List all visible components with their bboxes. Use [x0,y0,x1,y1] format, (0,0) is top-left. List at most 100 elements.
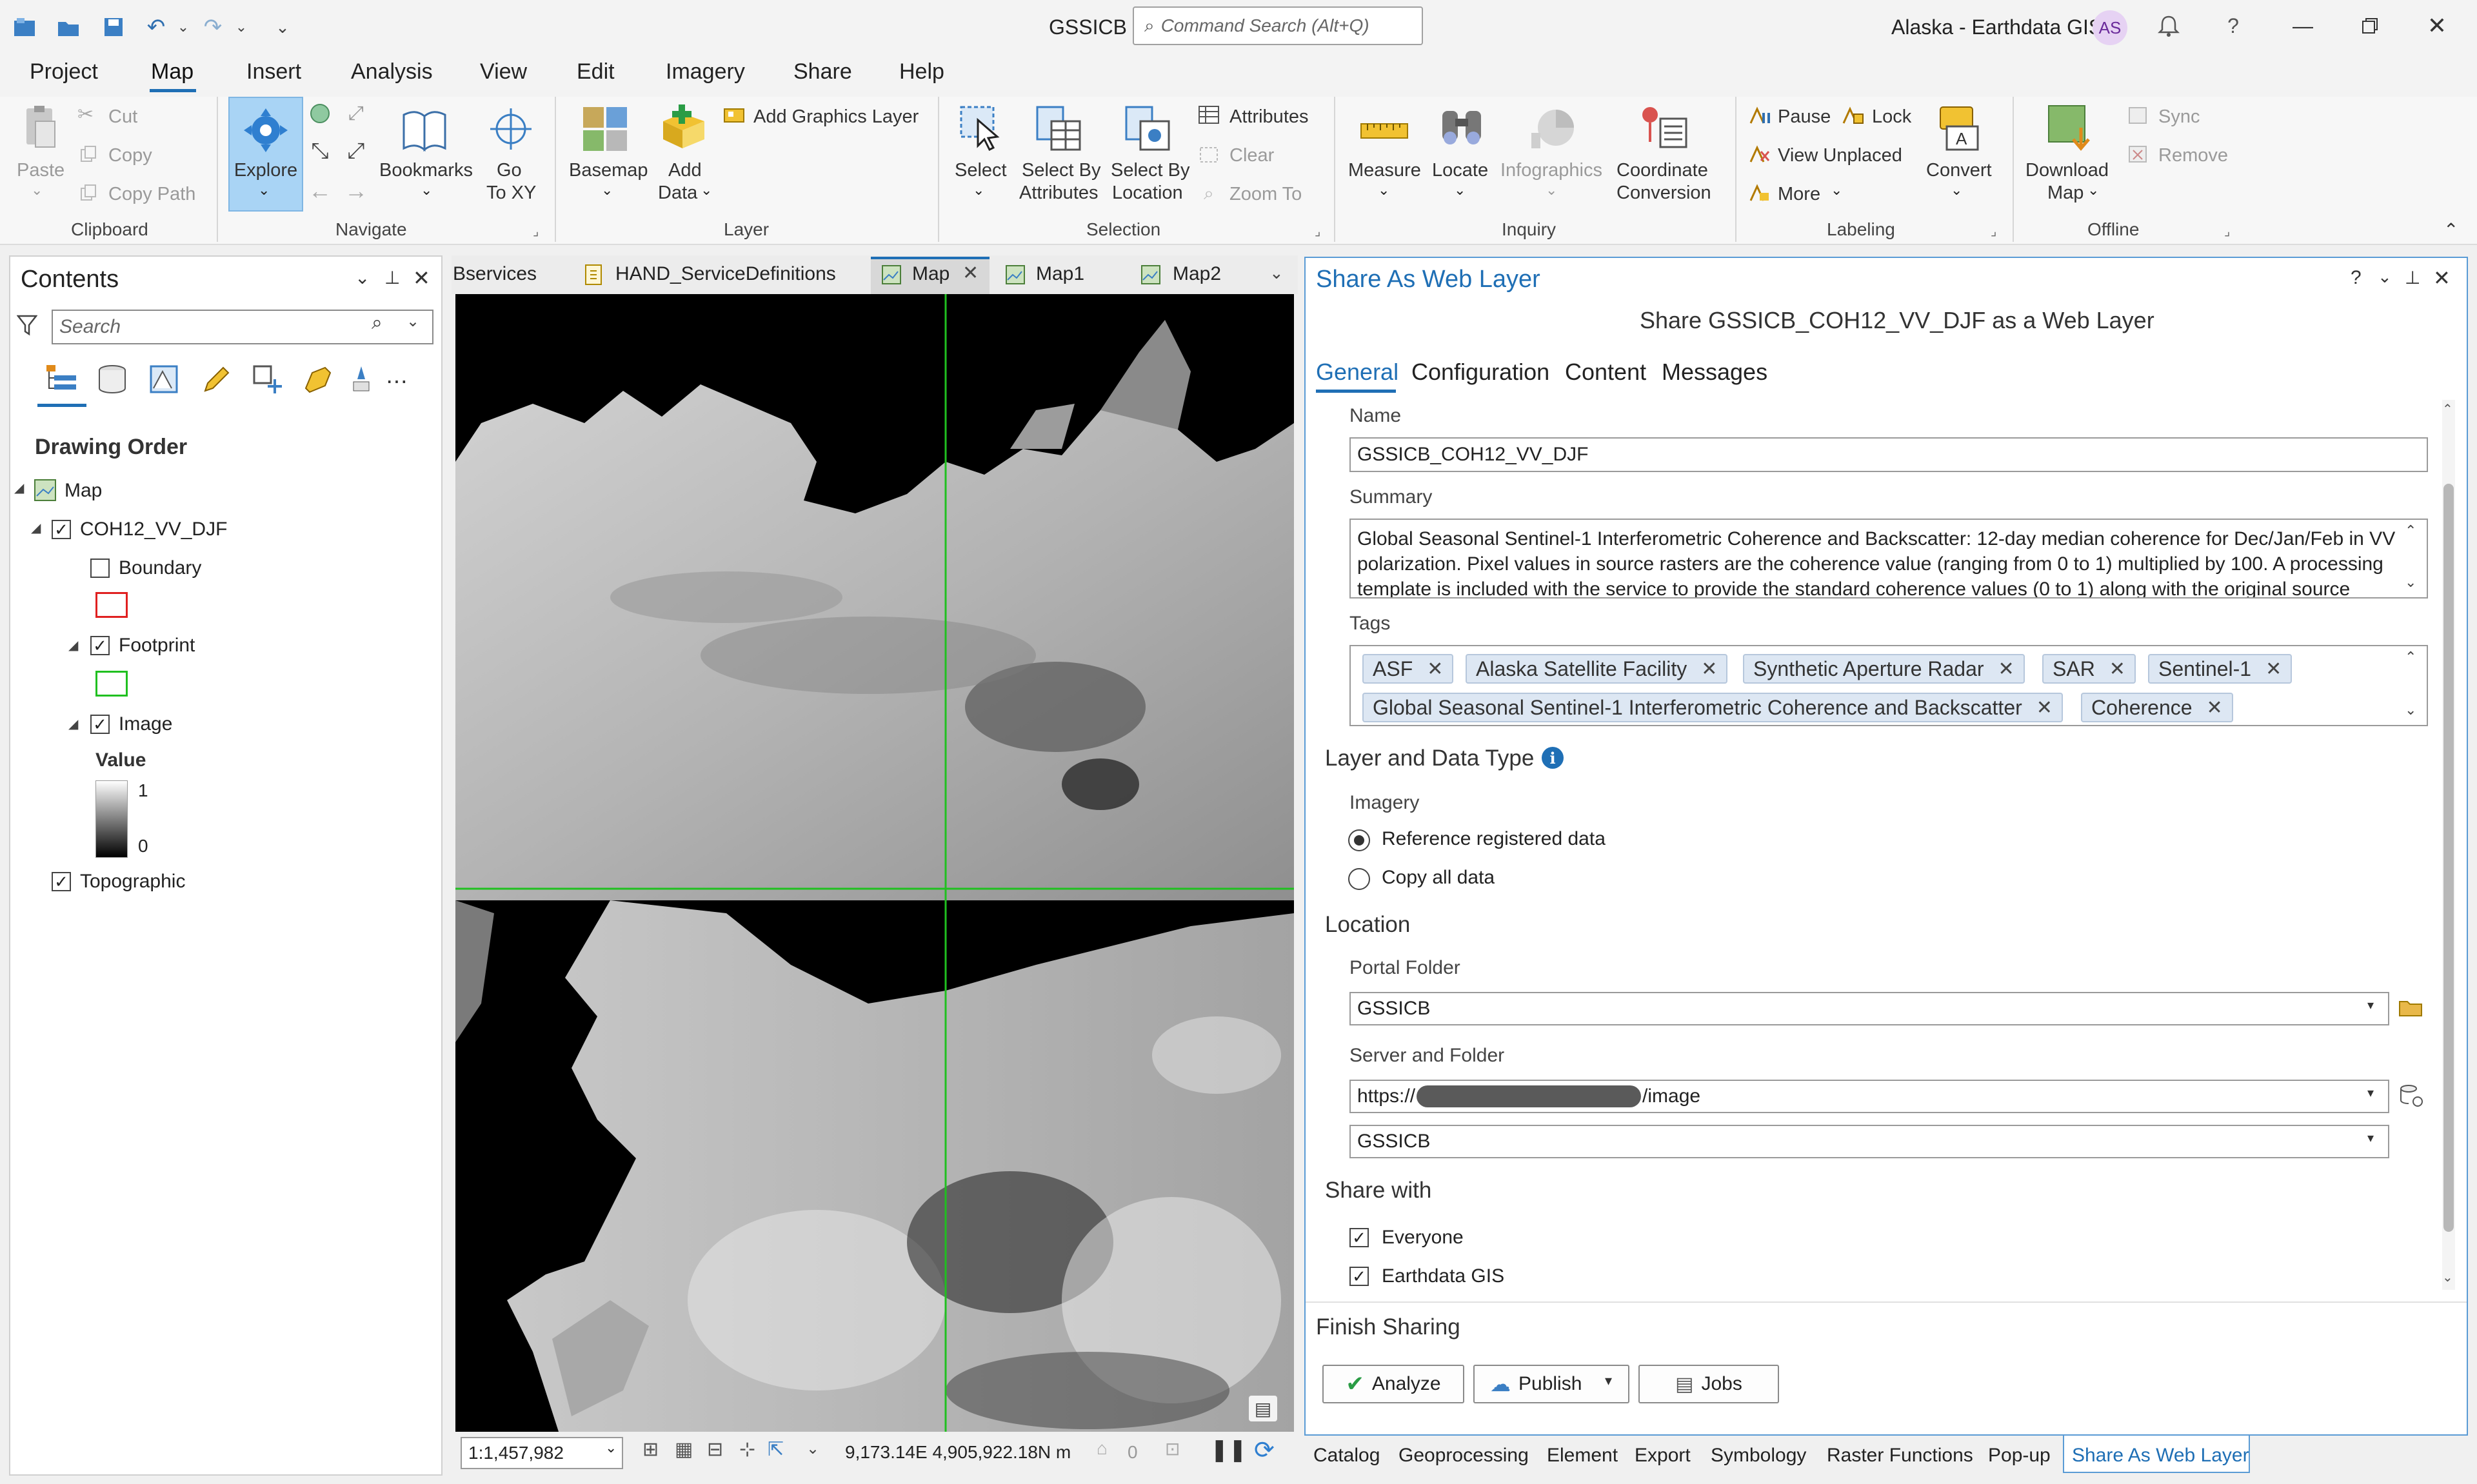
contents-pin-icon[interactable]: ⊥ [384,267,400,288]
analyze-button[interactable]: ✔ Analyze [1322,1365,1464,1403]
select-dropdown-icon[interactable]: ⌄ [973,182,984,199]
measure-dropdown-icon[interactable]: ⌄ [1378,182,1389,199]
bookmarks-label[interactable]: Bookmarks [379,159,473,181]
help-icon[interactable]: ? [2219,12,2247,40]
image-expand-icon[interactable]: ◢ [68,716,78,732]
radio-reference[interactable] [1348,829,1370,851]
coordinate-conversion-label[interactable]: Coordinate [1617,159,1708,181]
list-by-perspective-icon[interactable] [348,361,374,397]
tag-chip[interactable]: Alaska Satellite Facility ✕ [1466,654,1728,684]
attributes-label[interactable]: Attributes [1229,106,1309,128]
tags-scroll-up-icon[interactable]: ⌃ [2405,649,2416,666]
summary-scroll-down-icon[interactable]: ⌄ [2405,574,2416,591]
more-labeling-label[interactable]: More [1778,183,1820,205]
tab-imagery[interactable]: Imagery [666,59,745,84]
tags-scroll-down-icon[interactable]: ⌄ [2405,702,2416,718]
tag-chip[interactable]: Coherence ✕ [2081,693,2233,722]
more-options-icon[interactable]: ⋯ [386,369,408,395]
infographics-label[interactable]: Infographics [1500,159,1602,181]
tag-remove-icon[interactable]: ✕ [1998,658,2014,680]
add-graphics-layer-label[interactable]: Add Graphics Layer [753,106,919,128]
basemap-dropdown-icon[interactable]: ⌄ [601,182,613,199]
explore-dropdown-icon[interactable]: ⌄ [258,182,270,199]
add-data-dropdown-icon[interactable]: ⌄ [701,182,712,199]
select-by-location-label-2[interactable]: Location [1112,182,1183,204]
tab-project[interactable]: Project [30,59,98,84]
avatar[interactable]: AS [2093,10,2127,45]
go-to-xy-label[interactable]: Go [497,159,522,181]
selection-launcher-icon[interactable]: ⌟ [1315,223,1320,239]
bottom-tab-element[interactable]: Element [1547,1445,1618,1467]
publish-dropdown-icon[interactable]: ▾ [1605,1372,1612,1389]
locate-label[interactable]: Locate [1432,159,1488,181]
sync-label[interactable]: Sync [2158,106,2200,128]
tag-chip[interactable]: ASF ✕ [1362,654,1454,684]
layer-checkbox[interactable]: ✓ [52,520,71,539]
tag-chip[interactable]: Synthetic Aperture Radar ✕ [1743,654,2025,684]
download-map-dropdown-icon[interactable]: ⌄ [2087,182,2099,199]
list-by-editing-icon[interactable] [197,361,234,397]
contents-close-icon[interactable]: ✕ [413,266,430,290]
map-tab-close-icon[interactable]: ✕ [962,262,979,284]
refresh-icon[interactable]: ⟳ [1254,1436,1275,1465]
list-by-labeling-icon[interactable] [301,361,337,397]
infographics-dropdown-icon[interactable]: ⌄ [1546,182,1557,199]
tag-chip[interactable]: Sentinel-1 ✕ [2148,654,2293,684]
restore-icon[interactable] [2356,12,2384,40]
tab-share[interactable]: Share [793,59,852,84]
pause-labeling-label[interactable]: Pause [1778,106,1831,128]
bottom-tab-popup[interactable]: Pop-up [1988,1445,2051,1467]
share-menu-icon[interactable]: ⌄ [2378,267,2392,287]
map-tab-map[interactable]: Map [912,263,950,285]
redo-dropdown-icon[interactable]: ⌄ [234,15,249,39]
bookmarks-dropdown-icon[interactable]: ⌄ [421,182,432,199]
paste-label[interactable]: Paste [17,159,65,181]
bottom-tab-share[interactable]: Share As Web Layer [2072,1445,2249,1467]
tag-remove-icon[interactable]: ✕ [2109,658,2125,680]
map-tabs-overflow-icon[interactable]: ⌄ [1269,263,1284,283]
select-by-location-label[interactable]: Select By [1111,159,1190,181]
list-by-selection-icon[interactable] [146,361,182,397]
map-layer-label[interactable]: Map [65,480,102,502]
map-canvas[interactable] [455,294,1294,1432]
topographic-checkbox[interactable]: ✓ [52,872,71,891]
add-data-label-2[interactable]: Data [658,182,697,204]
tag-remove-icon[interactable]: ✕ [2036,697,2053,719]
download-map-label[interactable]: Download [2025,159,2109,181]
folder-open-icon[interactable] [2397,993,2425,1022]
footprint-checkbox[interactable]: ✓ [90,636,110,655]
copy-label[interactable]: Copy [108,144,152,166]
contents-search-icon[interactable]: ⌕ [372,312,383,334]
grid-icon[interactable]: ▦ [675,1438,693,1461]
next-extent-icon[interactable]: → [341,175,372,206]
tag-chip[interactable]: SAR ✕ [2042,654,2136,684]
tag-remove-icon[interactable]: ✕ [1427,658,1443,680]
pause-drawing-icon[interactable]: ❚❚ [1210,1437,1247,1463]
open-project-icon[interactable] [55,14,81,40]
navigate-launcher-icon[interactable]: ⌟ [533,223,539,239]
lock-labeling-label[interactable]: Lock [1872,106,1911,128]
convert-labels-label[interactable]: Convert [1926,159,1992,181]
view-unplaced-label[interactable]: View Unplaced [1778,144,1902,166]
bottom-tab-raster-functions[interactable]: Raster Functions [1827,1445,1973,1467]
minimize-icon[interactable]: — [2289,12,2317,40]
footprint-expand-icon[interactable]: ◢ [68,637,78,653]
layer-label[interactable]: COH12_VV_DJF [80,519,227,540]
tag-chip[interactable]: Global Seasonal Sentinel-1 Interferometr… [1362,693,2063,722]
offline-launcher-icon[interactable]: ⌟ [2224,223,2230,239]
contents-menu-icon[interactable]: ⌄ [355,267,370,288]
clear-selection-label[interactable]: Clear [1229,144,1274,166]
map-tab-map2[interactable]: Map2 [1173,263,1221,285]
coordinate-conversion-label-2[interactable]: Conversion [1617,182,1711,204]
earthdata-label[interactable]: Earthdata GIS [1382,1265,1504,1287]
everyone-checkbox[interactable]: ✓ [1349,1228,1369,1247]
select-label[interactable]: Select [955,159,1007,181]
share-tab-messages[interactable]: Messages [1662,359,1767,386]
constraints-icon[interactable]: ⊹ [739,1438,755,1461]
save-project-icon[interactable] [101,14,126,40]
convert-labels-dropdown-icon[interactable]: ⌄ [1951,182,1962,199]
redo-icon[interactable]: ↷ [200,14,226,40]
undo-dropdown-icon[interactable]: ⌄ [175,15,191,39]
new-project-icon[interactable] [12,14,37,40]
map-expand-icon[interactable]: ◢ [14,480,24,496]
